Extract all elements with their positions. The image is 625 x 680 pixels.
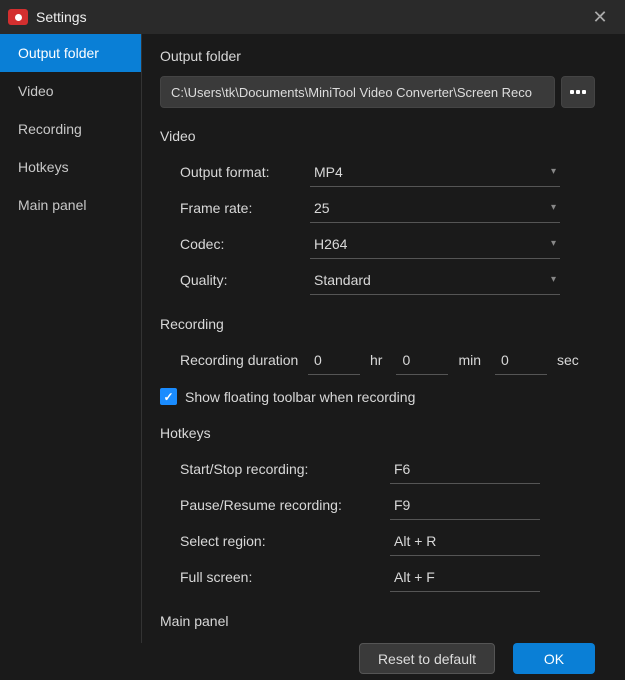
- ellipsis-icon: [570, 90, 586, 94]
- framerate-select[interactable]: 25 ▾: [310, 194, 560, 223]
- hotkey-pause-label: Pause/Resume recording:: [180, 497, 390, 513]
- duration-min-input[interactable]: [396, 345, 448, 375]
- sidebar-item-hotkeys[interactable]: Hotkeys: [0, 148, 141, 186]
- hr-unit: hr: [370, 352, 382, 368]
- check-icon: ✓: [163, 390, 173, 404]
- window-title: Settings: [36, 9, 583, 25]
- quality-value: Standard: [314, 272, 371, 288]
- hotkey-fullscreen-value[interactable]: Alt + F: [390, 563, 540, 592]
- hotkeys-title: Hotkeys: [160, 425, 595, 441]
- floating-toolbar-checkbox[interactable]: ✓: [160, 388, 177, 405]
- footer: Reset to default OK: [0, 643, 625, 680]
- duration-sec-input[interactable]: [495, 345, 547, 375]
- hotkey-fullscreen-label: Full screen:: [180, 569, 390, 585]
- chevron-down-icon: ▾: [551, 166, 556, 177]
- scroll-area[interactable]: Output folder C:\Users\tk\Documents\Mini…: [142, 34, 625, 643]
- framerate-value: 25: [314, 200, 330, 216]
- ok-button[interactable]: OK: [513, 643, 595, 674]
- quality-select[interactable]: Standard ▾: [310, 266, 560, 295]
- format-value: MP4: [314, 164, 343, 180]
- browse-button[interactable]: [561, 76, 595, 108]
- hotkey-startstop-label: Start/Stop recording:: [180, 461, 390, 477]
- reset-button[interactable]: Reset to default: [359, 643, 495, 674]
- hotkey-region-value[interactable]: Alt + R: [390, 527, 540, 556]
- floating-toolbar-label: Show floating toolbar when recording: [185, 389, 415, 405]
- hotkey-startstop-value[interactable]: F6: [390, 455, 540, 484]
- main-panel: Output folder C:\Users\tk\Documents\Mini…: [142, 34, 625, 643]
- min-unit: min: [458, 352, 481, 368]
- close-button[interactable]: ✕: [583, 0, 617, 34]
- quality-label: Quality:: [180, 272, 310, 288]
- sidebar-item-output-folder[interactable]: Output folder: [0, 34, 141, 72]
- output-folder-title: Output folder: [160, 48, 595, 64]
- sidebar: Output folder Video Recording Hotkeys Ma…: [0, 34, 142, 643]
- sidebar-item-recording[interactable]: Recording: [0, 110, 141, 148]
- recording-title: Recording: [160, 316, 595, 332]
- hotkey-pause-value[interactable]: F9: [390, 491, 540, 520]
- mainpanel-title: Main panel: [160, 613, 595, 629]
- body: Output folder Video Recording Hotkeys Ma…: [0, 34, 625, 643]
- codec-select[interactable]: H264 ▾: [310, 230, 560, 259]
- codec-label: Codec:: [180, 236, 310, 252]
- codec-value: H264: [314, 236, 347, 252]
- format-select[interactable]: MP4 ▾: [310, 158, 560, 187]
- sec-unit: sec: [557, 352, 579, 368]
- duration-label: Recording duration: [180, 352, 308, 368]
- app-icon: [8, 9, 28, 25]
- chevron-down-icon: ▾: [551, 274, 556, 285]
- titlebar: Settings ✕: [0, 0, 625, 34]
- format-label: Output format:: [180, 164, 310, 180]
- video-title: Video: [160, 128, 595, 144]
- chevron-down-icon: ▾: [551, 238, 556, 249]
- hotkey-region-label: Select region:: [180, 533, 390, 549]
- duration-hr-input[interactable]: [308, 345, 360, 375]
- sidebar-item-video[interactable]: Video: [0, 72, 141, 110]
- output-path-input[interactable]: C:\Users\tk\Documents\MiniTool Video Con…: [160, 76, 555, 108]
- framerate-label: Frame rate:: [180, 200, 310, 216]
- chevron-down-icon: ▾: [551, 202, 556, 213]
- sidebar-item-main-panel[interactable]: Main panel: [0, 186, 141, 224]
